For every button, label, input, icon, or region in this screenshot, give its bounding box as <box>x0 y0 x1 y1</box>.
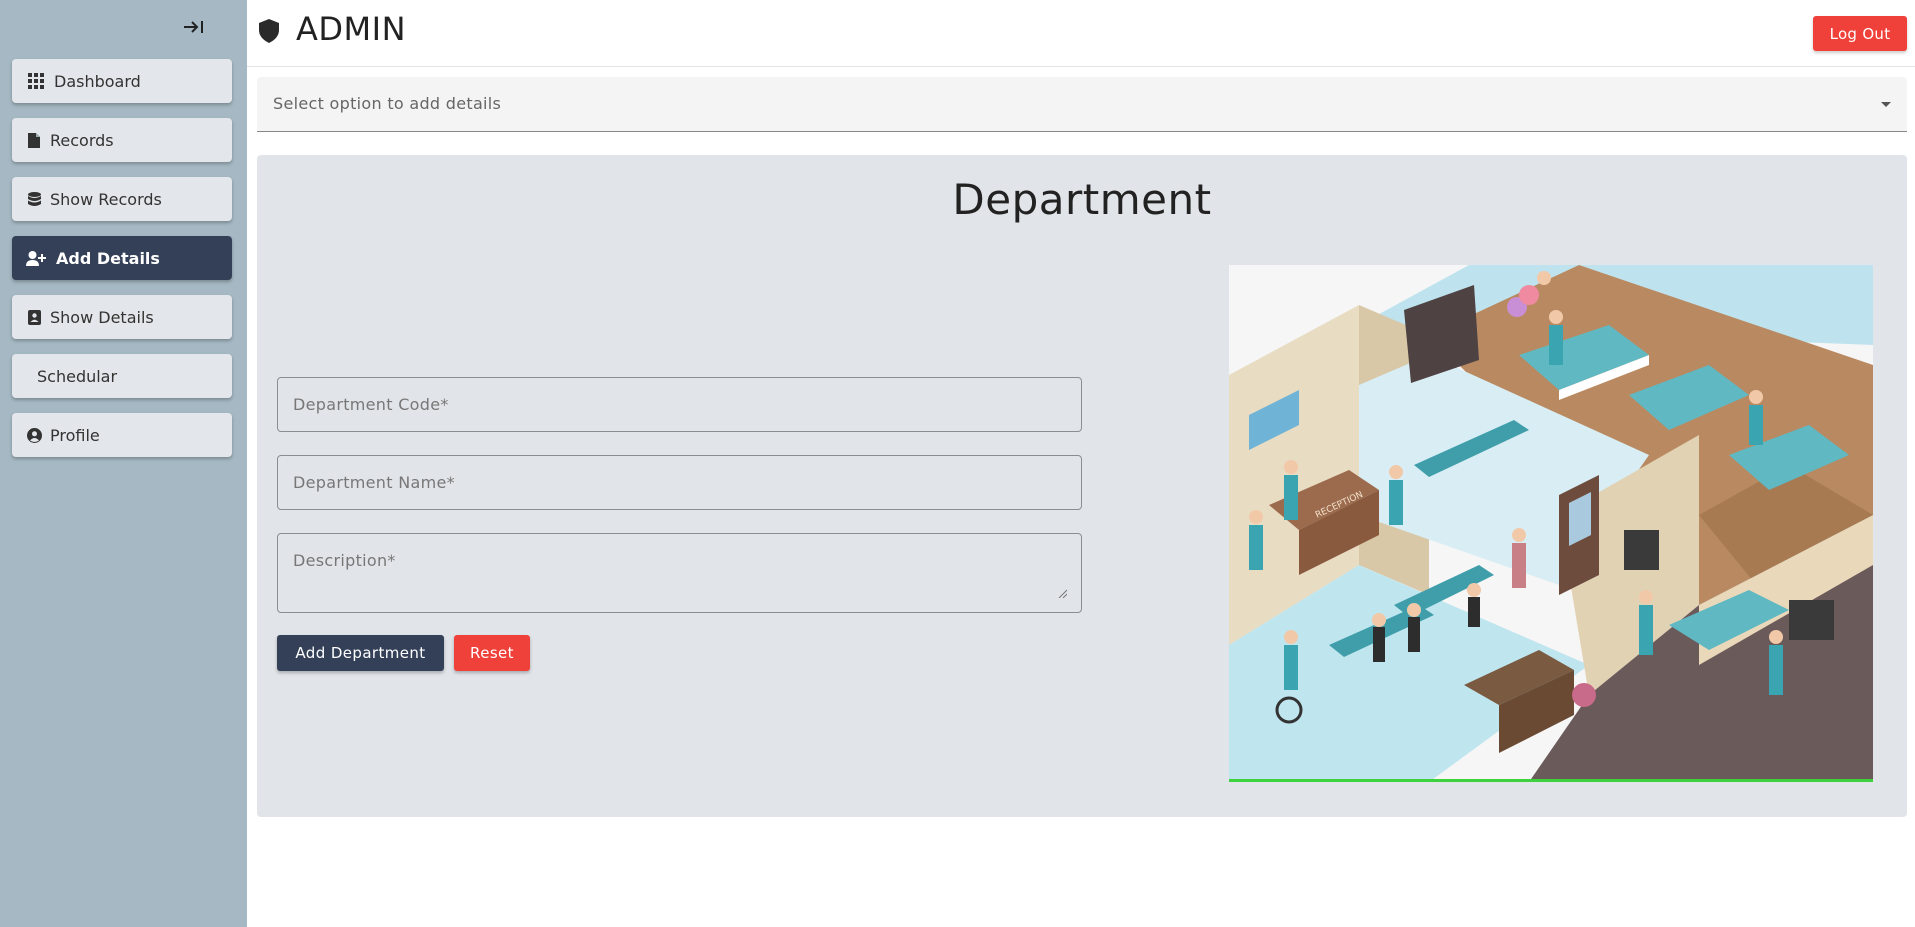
user-circle-icon <box>26 427 42 443</box>
collapse-sidebar-button[interactable] <box>180 14 208 40</box>
sidebar-item-label: Dashboard <box>54 71 141 91</box>
description-textarea[interactable]: Description* <box>277 533 1082 613</box>
department-code-placeholder: Department Code* <box>293 395 449 414</box>
user-plus-icon <box>26 250 46 266</box>
add-details-select[interactable]: Select option to add details <box>257 77 1907 132</box>
hospital-illustration: RECEPTION <box>1229 265 1873 782</box>
add-department-button[interactable]: Add Department <box>277 635 444 671</box>
page-title: ADMIN <box>296 10 407 48</box>
file-icon <box>26 132 42 148</box>
logout-button[interactable]: Log Out <box>1813 16 1907 51</box>
collapse-arrow-icon <box>184 21 203 33</box>
select-placeholder: Select option to add details <box>273 94 502 113</box>
department-code-input[interactable]: Department Code* <box>277 377 1082 432</box>
contact-card-icon <box>26 309 42 325</box>
department-name-placeholder: Department Name* <box>293 473 455 492</box>
description-placeholder: Description* <box>293 551 396 570</box>
sidebar-item-label: Profile <box>50 425 100 445</box>
database-icon <box>26 191 42 207</box>
sidebar-item-show-records[interactable]: Show Records <box>12 177 232 221</box>
reset-button[interactable]: Reset <box>454 635 530 671</box>
chevron-down-icon <box>1881 102 1891 107</box>
sidebar: Dashboard Records Show Records Add Detai… <box>0 0 247 927</box>
sidebar-item-label: Add Details <box>56 248 160 268</box>
sidebar-item-schedular[interactable]: Schedular <box>12 354 232 398</box>
top-header: ADMIN Log Out <box>247 0 1915 67</box>
sidebar-item-show-details[interactable]: Show Details <box>12 295 232 339</box>
sidebar-item-profile[interactable]: Profile <box>12 413 232 457</box>
department-panel: Department Department Code* Department N… <box>257 155 1907 817</box>
sidebar-item-dashboard[interactable]: Dashboard <box>12 59 232 103</box>
shield-icon <box>259 19 279 43</box>
app-root: Dashboard Records Show Records Add Detai… <box>0 0 1915 927</box>
sidebar-item-label: Show Details <box>50 307 154 327</box>
hospital-scene-image: RECEPTION <box>1229 265 1873 779</box>
department-name-input[interactable]: Department Name* <box>277 455 1082 510</box>
sidebar-item-label: Records <box>50 130 114 150</box>
form-title: Department <box>952 175 1212 224</box>
sidebar-item-add-details[interactable]: Add Details <box>12 236 232 280</box>
sidebar-item-records[interactable]: Records <box>12 118 232 162</box>
sidebar-item-label: Show Records <box>50 189 162 209</box>
resize-grip-icon[interactable] <box>1058 589 1067 598</box>
sidebar-item-label: Schedular <box>37 366 118 386</box>
grid-icon <box>28 73 44 89</box>
